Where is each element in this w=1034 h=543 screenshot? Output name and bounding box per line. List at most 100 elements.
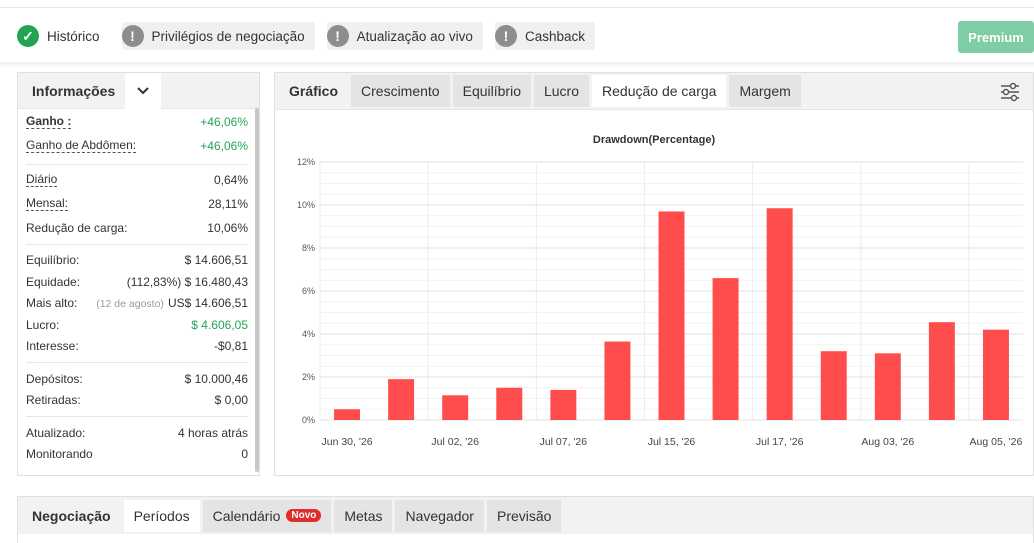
info-row-monitorando: Monitorando 0 [26, 444, 248, 466]
premium-button[interactable]: Premium [958, 21, 1034, 53]
bar[interactable] [496, 387, 523, 420]
badge-atualizacao[interactable]: ! Atualização ao vivo [326, 22, 483, 50]
bar[interactable] [388, 379, 415, 420]
equilibrio-value: $ 14.606,51 [184, 253, 248, 268]
tab-margem[interactable]: Margem [729, 75, 801, 107]
equilibrio-label: Equilíbrio: [26, 253, 80, 268]
depositos-value: $ 10.000,46 [184, 371, 248, 386]
top-strip [0, 0, 1034, 8]
atualizado-label: Atualizado: [26, 425, 86, 440]
chart-area: Drawdown(Percentage) 0% 2% 4% 6% 8% 10% 12% Ju… [275, 111, 1033, 475]
y-tick-label: 4% [302, 329, 315, 339]
divider [0, 62, 1034, 68]
x-axis-ticks: Jun 30, '26 Jul 02, '26 Jul 07, '26 Jul 15,… [322, 436, 1023, 448]
equidade-label: Equidade: [26, 274, 81, 289]
info-row-equilibrio: Equilíbrio: $ 14.606,51 [26, 250, 248, 272]
tab-lucro[interactable]: Lucro [533, 75, 590, 107]
mensal-value: 28,11% [208, 197, 248, 211]
badge-label: Atualização ao vivo [356, 28, 473, 44]
chart-panel: Gráfico Crescimento Equilíbrio Lucro Red… [274, 72, 1034, 476]
y-tick-label: 10% [297, 200, 315, 210]
info-row-diario: Diário 0,64% [26, 170, 248, 192]
maisalto-date: (12 de agosto) [96, 298, 164, 311]
novo-badge: Novo [286, 509, 322, 522]
chart-tabs: Gráfico Crescimento Equilíbrio Lucro Red… [275, 73, 1033, 110]
monitorando-label: Monitorando [26, 447, 93, 462]
bar[interactable] [874, 353, 901, 420]
badge-cashback[interactable]: ! Cashback [494, 22, 595, 50]
bottom-panel: Negociação Períodos Calendário Novo Meta… [17, 496, 1034, 543]
bar[interactable] [442, 395, 469, 420]
tab-calendario-label: Calendário [212, 507, 281, 524]
tab-calendario[interactable]: Calendário Novo [202, 499, 332, 532]
bottom-tabs-label: Negociação [32, 507, 111, 524]
info-row-mensal: Mensal: 28,11% [26, 191, 248, 217]
abdomen-label[interactable]: Ganho de Abdômen: [26, 138, 137, 153]
info-body: Ganho : +46,06% Ganho de Abdômen: +46,06… [26, 111, 248, 465]
tab-navegador[interactable]: Navegador [395, 499, 484, 532]
badge-label: Privilégios de negociação [151, 28, 305, 44]
info-row-retiradas: Retiradas: $ 0,00 [26, 390, 248, 412]
status-badges: ✓ Histórico ! Privilégios de negociação … [17, 22, 595, 50]
bar[interactable] [658, 211, 685, 420]
lucro-value: $ 4.606,05 [191, 317, 248, 332]
chevron-down-icon[interactable] [125, 72, 161, 109]
tab-crescimento[interactable]: Crescimento [351, 75, 450, 107]
bar[interactable] [712, 278, 739, 420]
atualizado-value: 4 horas atrás [177, 425, 248, 440]
y-tick-label: 8% [302, 243, 315, 253]
bar[interactable] [766, 208, 793, 420]
tab-equilibrio[interactable]: Equilíbrio [452, 75, 531, 107]
filter-settings-icon[interactable] [999, 81, 1021, 103]
bar[interactable] [982, 329, 1009, 420]
badge-privilegios[interactable]: ! Privilégios de negociação [121, 22, 315, 50]
info-row-reducao: Redução de carga: 10,06% [26, 217, 248, 239]
retiradas-value: $ 0,00 [214, 393, 248, 408]
diario-label[interactable]: Diário [26, 173, 58, 188]
maisalto-value: US$ 14.606,51 [167, 296, 248, 311]
info-row-maisalto: Mais alto: (12 de agosto) US$ 14.606,51 [26, 293, 248, 315]
separator [26, 163, 248, 165]
ganho-value: +46,06% [200, 114, 248, 129]
x-tick-label: Jul 02, '26 [431, 436, 479, 448]
tab-metas[interactable]: Metas [334, 499, 393, 532]
lucro-label: Lucro: [26, 317, 60, 332]
exclamation-icon: ! [494, 25, 517, 47]
depositos-label: Depósitos: [26, 371, 83, 386]
tab-periodos[interactable]: Períodos [123, 499, 200, 532]
x-tick-label: Aug 03, '26 [861, 436, 914, 448]
reducao-label: Redução de carga: [26, 220, 128, 235]
bar[interactable] [820, 351, 847, 420]
bar[interactable] [604, 341, 631, 420]
bottom-tabs: Negociação Períodos Calendário Novo Meta… [18, 497, 1033, 534]
info-scrollbar[interactable] [255, 108, 259, 472]
info-row-lucro: Lucro: $ 4.606,05 [26, 314, 248, 336]
info-title: Informações [32, 82, 116, 99]
tab-reducao-de-carga[interactable]: Redução de carga [592, 75, 727, 107]
info-row-equidade: Equidade: (112,83%) $ 16.480,43 [26, 271, 248, 293]
x-tick-label: Jul 15, '26 [648, 436, 696, 448]
separator [26, 243, 248, 245]
separator [26, 362, 248, 363]
bar[interactable] [928, 322, 955, 420]
bar[interactable] [334, 409, 361, 420]
maisalto-label: Mais alto: [26, 296, 78, 311]
info-header: Informações [18, 72, 259, 109]
info-row-ganho: Ganho : +46,06% [26, 111, 248, 133]
x-tick-label: Jun 30, '26 [322, 436, 373, 448]
check-icon: ✓ [17, 25, 39, 47]
interesse-label: Interesse: [26, 339, 79, 354]
chart-tabs-label: Gráfico [289, 83, 339, 99]
drawdown-chart: Drawdown(Percentage) 0% 2% 4% 6% 8% 10% 12% Ju… [297, 134, 1023, 448]
diario-value: 0,64% [213, 173, 248, 188]
mensal-label[interactable]: Mensal: [26, 197, 69, 211]
ganho-label[interactable]: Ganho : [26, 114, 72, 129]
monitorando-value: 0 [241, 447, 248, 462]
exclamation-icon: ! [326, 25, 349, 47]
info-panel: Informações Ganho : +46,06% Ganho de Abd… [17, 72, 260, 476]
badge-historico[interactable]: ✓ Histórico [17, 22, 110, 50]
tab-previsao[interactable]: Previsão [486, 499, 562, 532]
x-tick-label: Jul 17, '26 [756, 436, 804, 448]
x-tick-label: Aug 05, '26 [970, 436, 1023, 448]
bar[interactable] [550, 389, 577, 420]
